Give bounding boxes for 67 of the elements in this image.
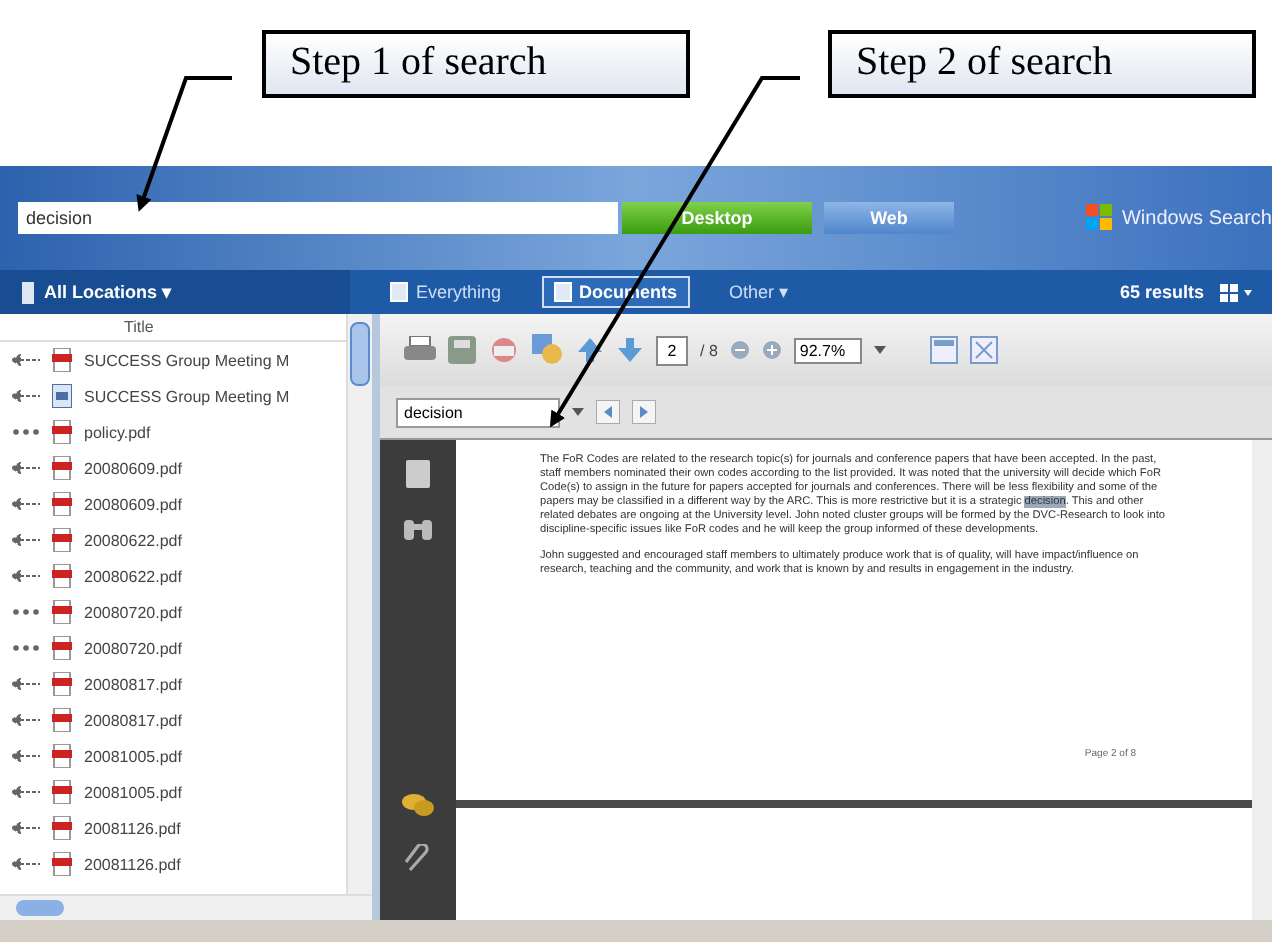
file-name[interactable]: SUCCESS Group Meeting M: [84, 351, 290, 369]
comments-icon[interactable]: [402, 792, 434, 816]
brand-title: Windows Search: [1121, 207, 1272, 229]
file-name[interactable]: 20080609.pdf: [84, 495, 182, 513]
zoom-out-icon[interactable]: [729, 340, 750, 360]
location-dropdown[interactable]: All Locations ▾: [0, 270, 350, 314]
file-name[interactable]: 20081005.pdf: [84, 747, 182, 765]
file-name[interactable]: 20080609.pdf: [84, 459, 182, 477]
page-number-field[interactable]: 2: [656, 335, 688, 365]
pdf-file-icon: [52, 600, 72, 624]
file-name[interactable]: policy.pdf: [84, 423, 151, 441]
search-field[interactable]: decision: [18, 202, 618, 234]
pdf-file-icon: [52, 708, 72, 732]
file-name[interactable]: 20080817.pdf: [84, 711, 182, 729]
category-tab[interactable]: Everything: [378, 276, 514, 308]
pdf-file-icon: [52, 564, 72, 588]
page-total: / 8: [700, 341, 718, 359]
pdf-file-icon: [52, 348, 72, 372]
caret-icon[interactable]: [873, 346, 886, 354]
column-header[interactable]: Title: [0, 314, 346, 342]
file-name[interactable]: SUCCESS Group Meeting M: [84, 387, 290, 405]
full-screen-icon[interactable]: [969, 336, 998, 364]
caret-icon[interactable]: [572, 408, 584, 416]
file-name[interactable]: 20081126.pdf: [84, 819, 181, 837]
paperclip-icon[interactable]: [404, 844, 432, 876]
file-name[interactable]: 20080622.pdf: [84, 531, 182, 549]
find-previous-icon[interactable]: [596, 400, 620, 424]
pdf-file-icon: [52, 456, 72, 480]
results-count: 65 results: [1119, 282, 1204, 302]
file-name[interactable]: 20080817.pdf: [84, 675, 182, 693]
down-arrow-icon[interactable]: [616, 336, 644, 364]
pdf-file-icon: [52, 744, 72, 768]
scrollbar[interactable]: [346, 314, 372, 894]
zoom-in-icon[interactable]: [761, 340, 782, 360]
scrollbar[interactable]: [1252, 440, 1272, 920]
pdf-file-icon: [52, 816, 72, 840]
computer-icon: [20, 281, 36, 303]
callout-label: Step 2 of search: [828, 30, 1256, 98]
callout-label: Step 1 of search: [262, 30, 690, 98]
pdf-file-icon: [52, 672, 72, 696]
document-icon: [390, 282, 408, 302]
print-icon[interactable]: [404, 336, 436, 364]
pdf-file-icon: [52, 420, 72, 444]
pdf-file-icon: [52, 492, 72, 516]
file-name[interactable]: 20080720.pdf: [84, 639, 182, 657]
callout-arrow: [136, 76, 232, 212]
file-name[interactable]: 20081126.pdf: [84, 855, 181, 873]
pdf-file-icon: [52, 636, 72, 660]
file-name[interactable]: 20080720.pdf: [84, 603, 182, 621]
up-arrow-icon[interactable]: [576, 336, 604, 364]
document-icon: [553, 282, 572, 302]
fit-page-icon[interactable]: [929, 336, 958, 364]
document-file-icon: [52, 384, 72, 408]
save-icon[interactable]: [448, 336, 476, 364]
horizontal-scrollbar[interactable]: [0, 894, 372, 920]
find-field[interactable]: decision: [396, 397, 560, 427]
file-name[interactable]: 20081005.pdf: [84, 783, 182, 801]
pdf-file-icon: [52, 780, 72, 804]
file-name[interactable]: 20080622.pdf: [84, 567, 182, 585]
flag-logo-icon: [1085, 204, 1114, 232]
pdf-file-icon: [52, 852, 72, 876]
zoom-field[interactable]: 92.7%: [793, 337, 862, 363]
category-tab[interactable]: Other ▾: [717, 276, 802, 308]
binoculars-icon[interactable]: [404, 516, 432, 540]
view-icon[interactable]: [1220, 281, 1256, 303]
find-next-icon[interactable]: [632, 400, 656, 424]
pdf-file-icon: [52, 528, 72, 552]
